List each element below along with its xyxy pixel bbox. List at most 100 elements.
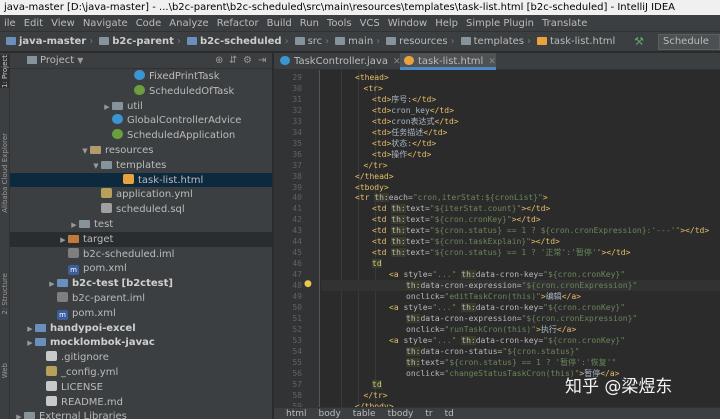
chevron-right-icon[interactable]: ▶ — [25, 336, 35, 351]
menu-item-analyze[interactable]: Analyze — [165, 15, 212, 31]
nav-crumb[interactable]: b2c-scheduled › — [181, 32, 289, 51]
chevron-right-icon[interactable]: ▶ — [58, 233, 68, 248]
tree-item[interactable]: b2c-parent.iml — [10, 291, 272, 306]
tree-item[interactable]: ScheduledOfTask — [10, 84, 272, 99]
editor-tab[interactable]: task-list.html ✕ — [400, 53, 496, 70]
tree-item[interactable]: ▶ handypoi-excel — [10, 321, 272, 337]
tree-item-label: resources — [105, 145, 154, 156]
tree-item[interactable]: m pom.xml — [10, 306, 272, 321]
tree-item[interactable]: README.md — [10, 395, 272, 410]
code-token: "${cron.cronKey}" — [543, 270, 626, 280]
close-icon[interactable]: ✕ — [488, 57, 496, 67]
module-icon — [57, 279, 68, 288]
nav-crumb[interactable]: task-list.html — [531, 32, 616, 51]
collapse-all-icon[interactable]: ⇵ — [229, 53, 237, 69]
tree-item[interactable]: ▶ test — [10, 217, 272, 233]
menu-item-vcs[interactable]: VCS — [356, 15, 384, 31]
tree-item[interactable]: ▶ b2c-test [b2ctest] — [10, 276, 272, 292]
menu-item-refactor[interactable]: Refactor — [213, 15, 263, 31]
chevron-right-icon[interactable]: ▶ — [14, 410, 24, 419]
line-number: 49 — [292, 292, 302, 301]
tree-item[interactable]: ▼ templates — [10, 158, 272, 174]
menu-item-run[interactable]: Run — [296, 15, 323, 31]
sync-icon[interactable]: ⊕ — [215, 53, 223, 69]
code-token: th: — [406, 313, 421, 323]
tree-item[interactable]: FixedPrintTask — [10, 69, 272, 84]
menu-item-ile[interactable]: ile — [0, 15, 20, 31]
tree-item[interactable]: _config.yml — [10, 365, 272, 380]
side-tab-0[interactable]: 1: Project — [0, 55, 10, 88]
nav-crumb[interactable]: java-master › — [0, 32, 93, 51]
menu-item-simple-plugin[interactable]: Simple Plugin — [462, 15, 538, 31]
build-hammer-icon[interactable]: ⚒ — [634, 35, 644, 48]
chevron-right-icon[interactable]: ▶ — [47, 277, 57, 292]
tree-item[interactable]: ▶ target — [10, 231, 272, 248]
code-token: </td> — [407, 149, 432, 159]
chevron-right-icon[interactable]: ▶ — [25, 322, 35, 337]
tree-item[interactable]: GlobalControllerAdvice — [10, 113, 272, 128]
code-token: > — [542, 193, 548, 203]
project-view-dropdown-icon[interactable]: ▼ — [77, 56, 83, 65]
menu-item-code[interactable]: Code — [132, 15, 166, 31]
nav-crumb[interactable]: main › — [329, 32, 380, 51]
run-configuration-select[interactable]: Schedule — [658, 34, 720, 50]
lightbulb-icon[interactable]: ● — [304, 279, 312, 289]
breadcrumb-item[interactable]: tbody — [388, 409, 414, 419]
menu-item-tools[interactable]: Tools — [323, 15, 356, 31]
tree-item[interactable]: ▶ External Libraries — [10, 409, 272, 419]
nav-crumb[interactable]: templates › — [455, 32, 531, 51]
hide-panel-icon[interactable]: ⇥ — [258, 53, 266, 69]
tree-item[interactable]: scheduled.sql — [10, 202, 272, 217]
chevron-right-icon[interactable]: ▶ — [69, 218, 79, 233]
editor-tab[interactable]: TaskController.java ✕ — [276, 53, 401, 70]
tree-item[interactable]: task-list.html — [10, 172, 272, 188]
tree-item[interactable]: m pom.xml — [10, 261, 272, 276]
line-number: 56 — [292, 368, 302, 378]
code-token: data-cron-expression= — [420, 281, 522, 291]
breadcrumb-item[interactable]: html — [286, 409, 307, 419]
breadcrumb-item[interactable]: table — [353, 409, 376, 419]
chevron-right-icon[interactable]: ▶ — [102, 100, 112, 115]
breadcrumb-item[interactable]: tr — [425, 409, 432, 419]
menu-item-window[interactable]: Window — [384, 15, 431, 31]
chevron-down-icon[interactable]: ▼ — [80, 144, 90, 159]
gear-icon[interactable]: ⚙ — [243, 53, 252, 69]
tree-item-label: README.md — [61, 396, 124, 408]
chevron-down-icon[interactable]: ▼ — [91, 159, 101, 174]
tree-item[interactable]: ScheduledApplication — [10, 128, 272, 143]
nav-crumb-label: task-list.html — [550, 36, 616, 47]
tree-item[interactable]: ▶ util — [10, 99, 272, 115]
tree-item[interactable]: ▼ resources — [10, 143, 272, 159]
menu-item-view[interactable]: View — [47, 15, 79, 31]
code-token: th: — [391, 248, 406, 258]
nav-crumb[interactable]: src › — [289, 32, 329, 51]
tree-item[interactable]: LICENSE — [10, 380, 272, 395]
side-tab-2[interactable]: 2: Structure — [0, 273, 10, 315]
side-tab-3[interactable]: Web — [0, 363, 10, 378]
breadcrumb-item[interactable]: body — [319, 409, 341, 419]
tree-item[interactable]: application.yml — [10, 187, 272, 202]
nav-crumb[interactable]: b2c-parent › — [93, 32, 181, 51]
code-editor[interactable]: <thead> <tr> <td>序号:</td> <td>cron_key</td>… — [321, 70, 720, 407]
side-tab-1[interactable]: Alibaba Cloud Explorer — [0, 133, 10, 213]
tree-item[interactable]: .gitignore — [10, 350, 272, 365]
code-token: onclick= — [406, 324, 445, 334]
code-token: </a> — [561, 292, 581, 301]
menu-item-translate[interactable]: Translate — [538, 15, 591, 31]
tree-item[interactable]: b2c-scheduled.iml — [10, 247, 272, 262]
breadcrumb-item[interactable]: td — [445, 409, 454, 419]
spring-class-icon — [112, 129, 123, 140]
nav-crumb[interactable]: resources › — [380, 32, 455, 51]
code-token: 编辑 — [545, 292, 562, 301]
code-token: <td — [372, 204, 392, 214]
line-number: 58 — [292, 390, 302, 400]
menu-item-help[interactable]: Help — [431, 15, 462, 31]
project-panel-title[interactable]: Project — [40, 55, 74, 66]
code-token: <tr> — [363, 83, 383, 93]
menu-item-edit[interactable]: Edit — [20, 15, 47, 31]
menu-item-navigate[interactable]: Navigate — [79, 15, 132, 31]
tree-item[interactable]: ▶ mocklombok-javac — [10, 335, 272, 351]
menu-item-build[interactable]: Build — [263, 15, 296, 31]
code-token: th: — [391, 226, 406, 236]
code-token: cron表达式 — [391, 116, 435, 126]
